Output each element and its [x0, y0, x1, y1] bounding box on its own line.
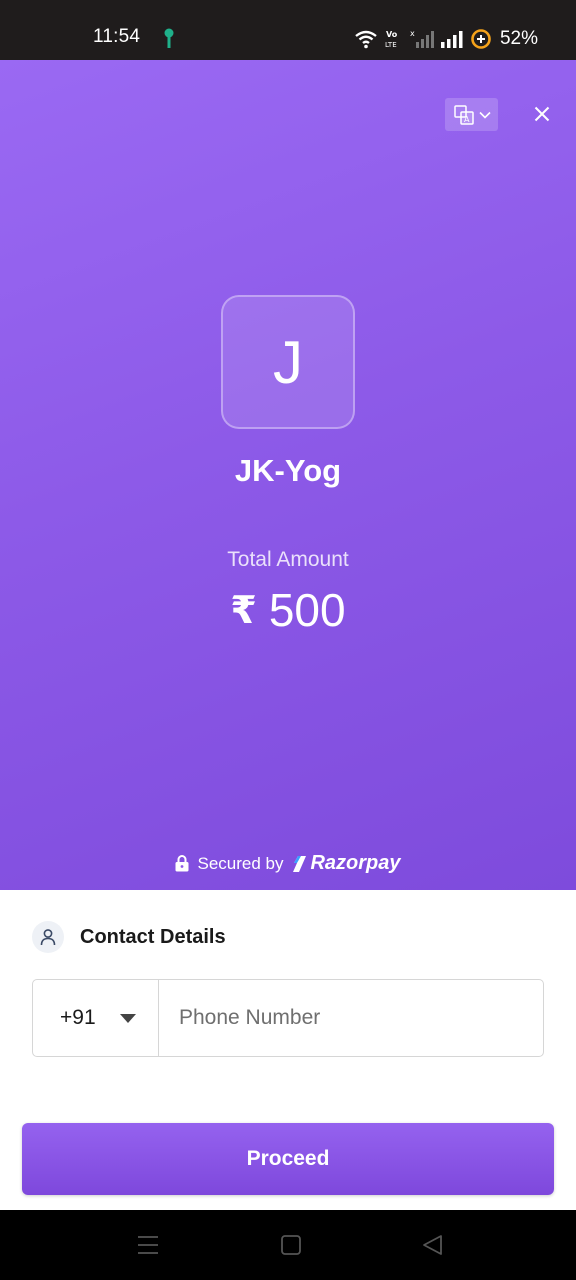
- country-code-select[interactable]: +91: [33, 980, 159, 1056]
- currency-symbol: ₹: [230, 590, 257, 632]
- phone-field-group: +91: [32, 979, 544, 1057]
- contact-header: Contact Details: [32, 921, 226, 953]
- svg-text:x: x: [410, 29, 415, 38]
- amount: 500: [268, 584, 346, 636]
- contact-sheet: Contact Details +91 Proceed: [0, 890, 576, 1210]
- battery-saver-icon: [471, 29, 491, 49]
- signal-sim1-icon: x: [410, 29, 434, 48]
- contact-details-title: Contact Details: [80, 925, 226, 948]
- chevron-down-icon: [478, 111, 491, 119]
- battery-percentage: 52%: [499, 28, 538, 49]
- lock-icon: [175, 855, 189, 872]
- razorpay-wordmark: Razorpay: [310, 852, 401, 874]
- language-selector-button[interactable]: A: [445, 98, 498, 131]
- caret-down-icon: [119, 1013, 136, 1023]
- svg-text:A: A: [464, 115, 470, 124]
- checkout-header: A J JK-Yog Total Amount ₹500 Secured by …: [0, 60, 576, 890]
- svg-text:Vo: Vo: [386, 30, 398, 39]
- phone-number-input[interactable]: [159, 980, 543, 1056]
- amount-value: ₹500: [0, 583, 576, 637]
- close-button[interactable]: [528, 100, 556, 128]
- amount-label: Total Amount: [227, 548, 349, 571]
- secured-text: Secured by: [197, 853, 284, 873]
- signal-sim2-icon: [440, 31, 463, 48]
- translate-icon: A: [453, 104, 474, 125]
- country-code-value: +91: [60, 1006, 96, 1029]
- recent-apps-icon[interactable]: [136, 1234, 160, 1256]
- status-bar: 11:54 Vo LTE x 52%: [0, 0, 576, 60]
- svg-text:LTE: LTE: [385, 41, 397, 49]
- proceed-button[interactable]: Proceed: [22, 1123, 554, 1195]
- merchant-logo: J: [221, 295, 355, 429]
- razorpay-mark-icon: [293, 855, 307, 872]
- system-navigation-bar: [0, 1210, 576, 1280]
- person-icon: [32, 921, 64, 953]
- secured-by-badge: Secured by Razorpay: [0, 852, 576, 875]
- back-icon[interactable]: [421, 1234, 445, 1256]
- volte-icon: Vo LTE: [385, 30, 398, 49]
- merchant-initial: J: [273, 328, 303, 396]
- merchant-name: JK-Yog: [234, 453, 342, 488]
- home-icon[interactable]: [279, 1234, 303, 1256]
- razorpay-logo: Razorpay: [291, 852, 401, 875]
- wifi-icon: [355, 30, 377, 49]
- status-icons: Vo LTE x 52%: [354, 25, 538, 53]
- status-time: 11:54: [93, 26, 141, 47]
- key-icon: [164, 28, 174, 48]
- close-icon: [534, 106, 550, 122]
